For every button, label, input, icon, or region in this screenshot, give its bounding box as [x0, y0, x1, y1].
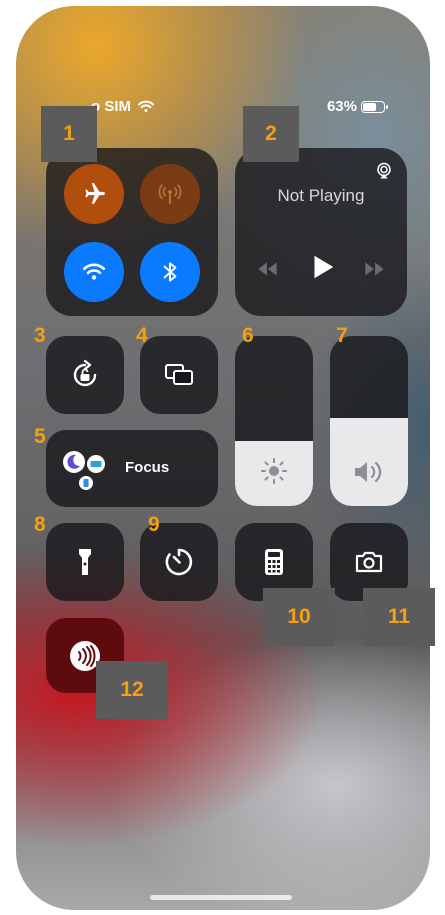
rewind-icon[interactable] — [255, 256, 281, 282]
callout-8: 8 — [34, 513, 46, 536]
volume-icon — [355, 461, 382, 483]
battery-icon — [361, 100, 388, 113]
callout-4: 4 — [136, 324, 148, 347]
wifi-icon — [82, 263, 106, 280]
cellular-data-toggle[interactable] — [140, 164, 200, 224]
callout-9: 9 — [148, 513, 160, 536]
wifi-status-icon — [138, 100, 155, 112]
rotation-lock-button[interactable] — [46, 336, 124, 414]
flashlight-button[interactable] — [46, 523, 124, 601]
status-battery: 63% — [326, 98, 388, 115]
callout-6: 6 — [242, 324, 254, 347]
rotation-lock-icon — [73, 359, 97, 387]
home-indicator[interactable] — [150, 895, 292, 900]
callout-7: 7 — [336, 324, 348, 347]
callout-10: 10 — [263, 588, 335, 646]
wifi-toggle[interactable] — [64, 242, 124, 302]
screen-mirroring-icon — [165, 364, 193, 385]
brightness-slider[interactable] — [235, 336, 313, 506]
connectivity-module — [46, 148, 218, 316]
focus-button[interactable]: Focus — [46, 430, 218, 507]
fast-forward-icon[interactable] — [361, 256, 387, 282]
callout-3: 3 — [34, 324, 46, 347]
bluetooth-toggle[interactable] — [140, 242, 200, 302]
screen-mirroring-button[interactable] — [140, 336, 218, 414]
carrier-text: o SIM — [91, 98, 131, 115]
cellular-antenna-icon — [158, 184, 182, 204]
bluetooth-icon — [163, 262, 177, 282]
callout-2: 2 — [243, 106, 299, 162]
callout-11: 11 — [363, 588, 435, 646]
airplay-icon[interactable] — [375, 162, 393, 180]
flashlight-icon — [79, 549, 91, 575]
callout-5: 5 — [34, 425, 46, 448]
battery-percent: 63% — [326, 98, 357, 115]
timer-icon — [165, 548, 193, 576]
callout-12: 12 — [96, 661, 168, 719]
airplane-icon — [85, 183, 105, 204]
now-playing-module[interactable]: Not Playing — [235, 148, 407, 316]
play-icon[interactable] — [307, 252, 337, 282]
airplane-mode-toggle[interactable] — [64, 164, 124, 224]
status-carrier: o SIM — [91, 98, 155, 115]
volume-slider[interactable] — [330, 336, 408, 506]
calculator-icon — [265, 549, 283, 575]
brightness-icon — [261, 458, 287, 484]
media-title: Not Playing — [277, 186, 365, 205]
callout-1: 1 — [41, 106, 97, 162]
camera-icon — [355, 551, 383, 573]
focus-moon-icon — [63, 451, 105, 490]
focus-label: Focus — [125, 459, 170, 476]
